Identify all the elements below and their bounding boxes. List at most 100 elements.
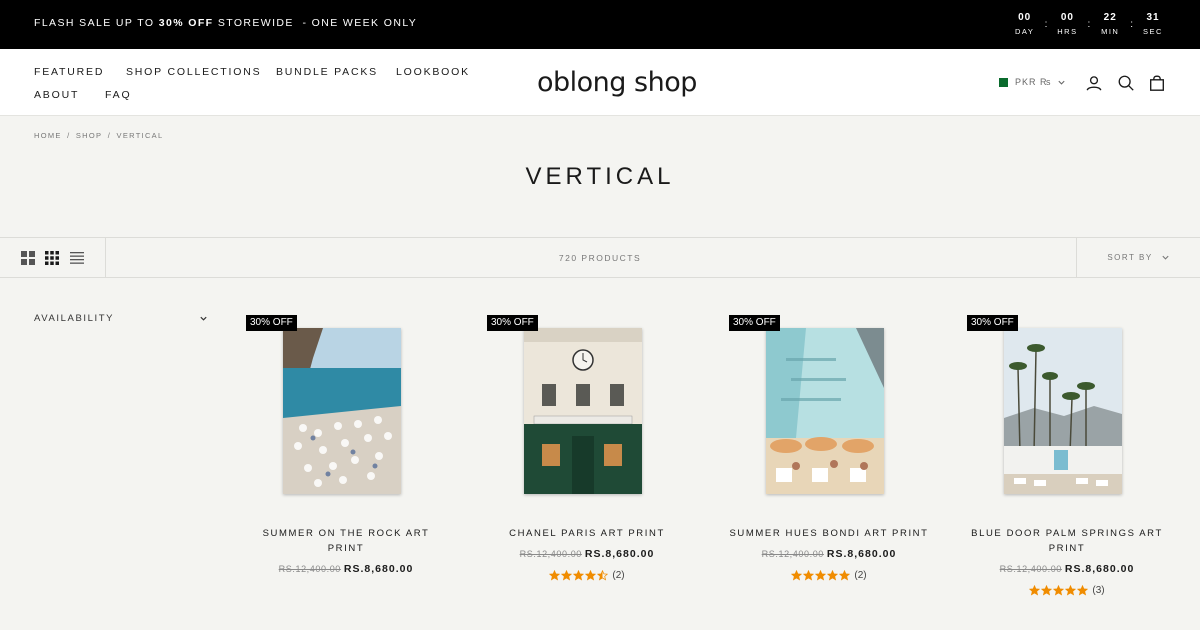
product-media[interactable]: 30% OFF — [967, 315, 1167, 510]
product-rating: (2) — [729, 570, 929, 581]
countdown-separator: : — [1087, 19, 1091, 30]
star-icon — [827, 570, 839, 581]
countdown-minutes: 22 MIN — [1099, 12, 1121, 38]
discount-badge: 30% OFF — [487, 315, 538, 331]
star-icon — [573, 570, 585, 581]
countdown-minutes-value: 22 — [1103, 12, 1117, 23]
product-card[interactable]: 30% OFF Blue Door Palm Springs Art Print… — [967, 315, 1167, 596]
star-icon — [549, 570, 561, 581]
sale-price: Rs.8,680.00 — [584, 548, 655, 560]
sale-price: Rs.8,680.00 — [343, 563, 414, 575]
product-image[interactable] — [283, 328, 401, 494]
account-icon[interactable] — [1085, 74, 1103, 92]
star-icon — [815, 570, 827, 581]
product-rating: (2) — [487, 570, 687, 581]
grid-small-icon[interactable] — [45, 251, 59, 265]
nav-shop-collections[interactable]: Shop Collections — [126, 66, 261, 78]
currency-label: PKR ₨ — [1015, 77, 1052, 87]
breadcrumb-separator: / — [107, 131, 112, 140]
product-image[interactable] — [524, 328, 642, 494]
cart-bag-icon[interactable] — [1148, 74, 1166, 92]
announcement-text: Flash sale up to 30% off storewide - One… — [34, 17, 417, 29]
countdown-hours-value: 00 — [1060, 12, 1074, 23]
compare-price: Rs.12,400.00 — [519, 549, 582, 559]
review-count[interactable]: (3) — [1092, 585, 1104, 596]
product-price: Rs.12,400.00 Rs.8,680.00 — [729, 544, 929, 562]
countdown-timer: 00 DAY : 00 HRS : 22 MIN : 31 SEC — [1014, 12, 1164, 38]
nav-bundle-packs[interactable]: Bundle Packs — [276, 66, 378, 78]
chevron-down-icon — [1162, 255, 1169, 260]
star-icon — [1053, 585, 1065, 596]
breadcrumb-shop[interactable]: Shop — [76, 131, 102, 140]
nav-featured[interactable]: Featured — [34, 66, 104, 78]
breadcrumb-separator: / — [67, 131, 71, 140]
product-price: Rs.12,400.00 Rs.8,680.00 — [246, 559, 446, 577]
product-rating: (3) — [967, 585, 1167, 596]
layout-switcher — [0, 238, 106, 277]
product-title[interactable]: Summer On The Rock Art Print — [246, 526, 446, 556]
site-header: Featured Shop Collections Bundle Packs L… — [0, 49, 1200, 116]
product-price: Rs.12,400.00 Rs.8,680.00 — [487, 544, 687, 562]
countdown-seconds: 31 SEC — [1142, 12, 1164, 38]
product-title[interactable]: Chanel Paris Art Print — [487, 526, 687, 541]
site-logo[interactable]: oblong shop — [537, 67, 697, 98]
list-view-icon[interactable] — [70, 251, 84, 265]
announcement-text-start: Flash sale up to — [34, 17, 159, 29]
product-image[interactable] — [1004, 328, 1122, 494]
product-card[interactable]: 30% OFF Su — [729, 315, 929, 581]
announcement-discount: 30% off — [158, 17, 214, 29]
sale-price: Rs.8,680.00 — [826, 548, 897, 560]
star-icon — [1065, 585, 1077, 596]
review-count[interactable]: (2) — [612, 570, 624, 581]
discount-badge: 30% OFF — [729, 315, 780, 331]
product-title[interactable]: Blue Door Palm Springs Art Print — [967, 526, 1167, 556]
breadcrumb: Home / Shop / Vertical — [34, 131, 165, 140]
grid-large-icon[interactable] — [21, 251, 35, 265]
sale-price: Rs.8,680.00 — [1064, 563, 1135, 575]
nav-lookbook[interactable]: Lookbook — [396, 66, 470, 78]
countdown-separator: : — [1130, 19, 1133, 30]
discount-badge: 30% OFF — [967, 315, 1018, 331]
page-title: Vertical — [525, 163, 675, 190]
product-media[interactable]: 30% OFF — [246, 315, 446, 510]
product-title[interactable]: Summer Hues Bondi Art Print — [729, 526, 929, 541]
star-icon — [597, 570, 609, 581]
sort-by-label: Sort by — [1107, 253, 1153, 262]
nav-faq[interactable]: FAQ — [105, 89, 131, 101]
filter-availability[interactable]: Availability — [34, 313, 208, 324]
search-icon[interactable] — [1117, 74, 1135, 92]
product-image[interactable] — [766, 328, 884, 494]
star-icon — [1077, 585, 1089, 596]
product-card[interactable]: 30% OFF Chanel Paris Art Print Rs.12,400… — [487, 315, 687, 581]
chevron-down-icon — [200, 316, 207, 321]
breadcrumb-home[interactable]: Home — [34, 131, 62, 140]
product-price: Rs.12,400.00 Rs.8,680.00 — [967, 559, 1167, 577]
sort-by-dropdown[interactable]: Sort by — [1076, 238, 1200, 277]
discount-badge: 30% OFF — [246, 315, 297, 331]
star-icon — [561, 570, 573, 581]
compare-price: Rs.12,400.00 — [278, 564, 341, 574]
announcement-text-end: storewide - One week only — [213, 17, 418, 29]
countdown-day-value: 00 — [1018, 12, 1032, 23]
product-count: 720 products — [558, 253, 642, 263]
announcement-bar: Flash sale up to 30% off storewide - One… — [0, 0, 1200, 49]
compare-price: Rs.12,400.00 — [999, 564, 1062, 574]
product-card[interactable]: 30% OFF Summer On The Rock — [246, 315, 446, 577]
countdown-hours-label: HRS — [1057, 27, 1078, 36]
star-icon — [791, 570, 803, 581]
countdown-seconds-value: 31 — [1146, 12, 1160, 23]
compare-price: Rs.12,400.00 — [761, 549, 824, 559]
star-icon — [803, 570, 815, 581]
review-count[interactable]: (2) — [854, 570, 866, 581]
countdown-seconds-label: SEC — [1143, 27, 1163, 36]
nav-about[interactable]: About — [34, 89, 79, 101]
collection-toolbar: 720 products Sort by — [0, 237, 1200, 278]
currency-selector[interactable]: PKR ₨ — [996, 77, 1066, 87]
product-media[interactable]: 30% OFF — [487, 315, 687, 510]
countdown-day: 00 DAY — [1014, 12, 1036, 38]
countdown-day-label: DAY — [1014, 27, 1035, 36]
countdown-minutes-label: MIN — [1101, 27, 1120, 36]
product-media[interactable]: 30% OFF — [729, 315, 929, 510]
star-icon — [1041, 585, 1053, 596]
star-icon — [839, 570, 851, 581]
